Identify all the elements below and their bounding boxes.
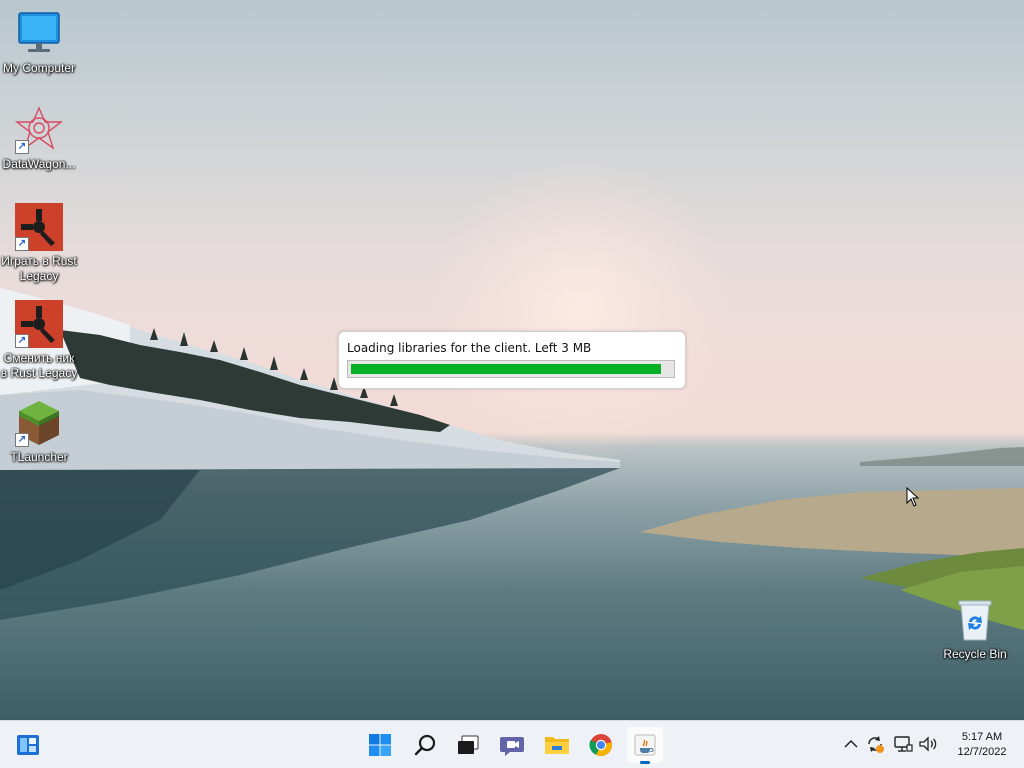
rust-logo-icon: ↗ (15, 300, 63, 348)
volume-tray-button[interactable] (917, 733, 939, 755)
active-app-indicator (640, 761, 650, 764)
sync-tray-button[interactable] (864, 733, 886, 755)
desktop-icon-recycle-bin[interactable]: Recycle Bin (936, 596, 1014, 662)
folder-icon (545, 737, 569, 754)
chrome-button[interactable] (583, 727, 619, 763)
search-button[interactable] (407, 727, 443, 763)
volume-icon (919, 736, 937, 752)
search-icon (414, 734, 436, 756)
clock[interactable]: 5:17 AM 12/7/2022 (944, 730, 1020, 760)
file-explorer-button[interactable] (539, 727, 575, 763)
widgets-icon (17, 735, 39, 755)
task-view-button[interactable] (450, 727, 486, 763)
show-hidden-icons-button[interactable] (840, 733, 862, 755)
desktop-icon-play-rust-legacy[interactable]: ↗ Играть в Rust Legacy (0, 203, 78, 284)
shortcut-arrow-icon: ↗ (15, 433, 29, 447)
desktop-icon-change-nick-rust-legacy[interactable]: ↗ Сменить ник в Rust Legacy (0, 300, 78, 381)
datawagon-logo-icon: ↗ (14, 106, 64, 154)
chevron-up-icon (844, 739, 858, 748)
taskbar: 5:17 AM 12/7/2022 (0, 720, 1024, 768)
desktop-icon-my-computer[interactable]: My Computer (0, 10, 78, 76)
desktop-icon-label: Сменить ник в Rust Legacy (0, 351, 78, 380)
minecraft-block-icon: ↗ (15, 399, 63, 447)
network-tray-button[interactable] (892, 733, 914, 755)
windows-start-icon (369, 734, 391, 756)
desktop-icon-label: My Computer (2, 61, 76, 75)
chat-button[interactable] (494, 727, 530, 763)
java-app-button[interactable] (627, 727, 663, 764)
desktop-icon-label: Recycle Bin (943, 647, 1007, 661)
desktop-icon-tlauncher[interactable]: ↗ TLauncher (0, 399, 78, 465)
clock-date: 12/7/2022 (957, 746, 1007, 758)
loading-dialog: Loading libraries for the client. Left 3… (338, 331, 686, 389)
shortcut-arrow-icon: ↗ (15, 334, 29, 348)
start-button[interactable] (362, 727, 398, 763)
rust-logo-icon: ↗ (15, 203, 63, 251)
sync-icon (868, 736, 884, 753)
progress-bar-fill (351, 364, 661, 374)
recycle-bin-icon (951, 596, 999, 644)
widgets-button[interactable] (10, 727, 46, 763)
desktop-icon-label: DataWagon... (2, 157, 76, 171)
progress-bar (347, 360, 675, 378)
shortcut-arrow-icon: ↗ (15, 140, 29, 154)
desktop-icon-label: TLauncher (10, 450, 68, 464)
java-icon (634, 734, 656, 756)
desktop[interactable]: My Computer ↗ DataWagon... ↗ Играть в Ru… (0, 0, 1024, 720)
teams-chat-icon (500, 737, 524, 756)
network-icon (894, 736, 913, 752)
chrome-icon (589, 734, 612, 756)
mouse-cursor-icon (906, 487, 920, 507)
loading-message: Loading libraries for the client. Left 3… (347, 341, 592, 355)
shortcut-arrow-icon: ↗ (15, 237, 29, 251)
monitor-icon (15, 10, 63, 58)
task-view-icon (458, 735, 479, 754)
desktop-icon-datawagon[interactable]: ↗ DataWagon... (0, 106, 78, 172)
desktop-icon-label: Играть в Rust Legacy (1, 254, 77, 283)
clock-time: 5:17 AM (961, 731, 1003, 743)
